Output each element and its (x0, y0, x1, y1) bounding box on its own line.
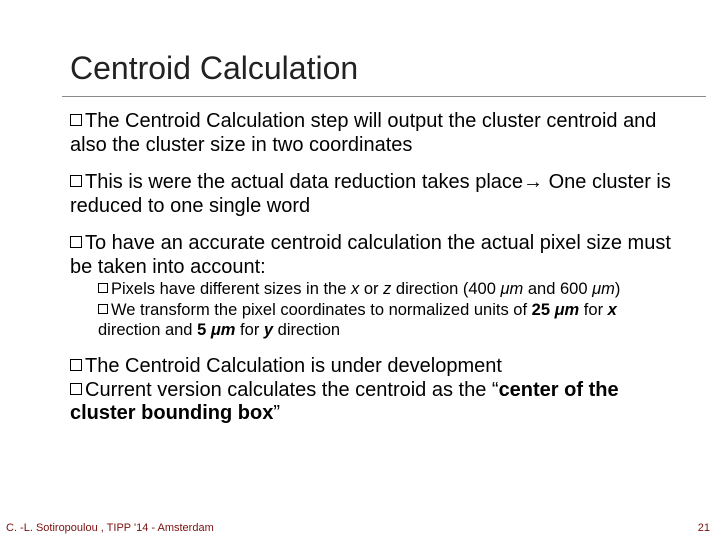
bullet-box-icon (70, 359, 82, 371)
bullet-1: The Centroid Calculation step will outpu… (70, 110, 680, 157)
bullet-lead: The (85, 110, 119, 132)
bullet-box-icon (98, 304, 108, 314)
bullet-box-icon (70, 236, 82, 248)
bullet-box-icon (70, 383, 82, 395)
slide: Centroid Calculation The Centroid Calcul… (0, 0, 720, 540)
sub-bullet-text: have different sizes in the x or z direc… (155, 280, 620, 298)
bullet-lead: To (85, 232, 106, 254)
bullet-box-icon (98, 283, 108, 293)
bullet-lead: The (85, 355, 119, 377)
bullet-text: version calculates the centroid as the “… (70, 379, 619, 425)
sub-bullet-2: We transform the pixel coordinates to no… (98, 301, 680, 341)
sub-bullet-1: Pixels have different sizes in the x or … (98, 280, 680, 300)
title-wrap: Centroid Calculation (70, 50, 700, 90)
bullet-text: have an accurate centroid calculation th… (70, 232, 671, 278)
bullet-text: Centroid Calculation is under developmen… (119, 355, 501, 377)
slide-title: Centroid Calculation (70, 50, 700, 90)
page-number: 21 (698, 522, 710, 534)
bullet-text: is were the actual data reduction takes … (70, 171, 671, 217)
bullet-3: To have an accurate centroid calculation… (70, 232, 680, 341)
bullet-box-icon (70, 114, 82, 126)
bullet-4: The Centroid Calculation is under develo… (70, 355, 680, 379)
bullet-box-icon (70, 175, 82, 187)
sub-list: Pixels have different sizes in the x or … (98, 280, 680, 341)
title-underline (62, 96, 706, 97)
footer-text: C. -L. Sotiropoulou , TIPP '14 - Amsterd… (6, 522, 214, 534)
slide-body: The Centroid Calculation step will outpu… (70, 110, 680, 426)
bullet-5: Current version calculates the centroid … (70, 379, 680, 426)
sub-bullet-lead: We (111, 301, 135, 319)
bullet-text: Centroid Calculation step will output th… (70, 110, 656, 156)
sub-bullet-text: transform the pixel coordinates to norma… (98, 301, 617, 339)
bullet-2: This is were the actual data reduction t… (70, 171, 680, 218)
bullet-lead: This (85, 171, 123, 193)
sub-bullet-lead: Pixels (111, 280, 155, 298)
bullet-lead: Current (85, 379, 152, 401)
